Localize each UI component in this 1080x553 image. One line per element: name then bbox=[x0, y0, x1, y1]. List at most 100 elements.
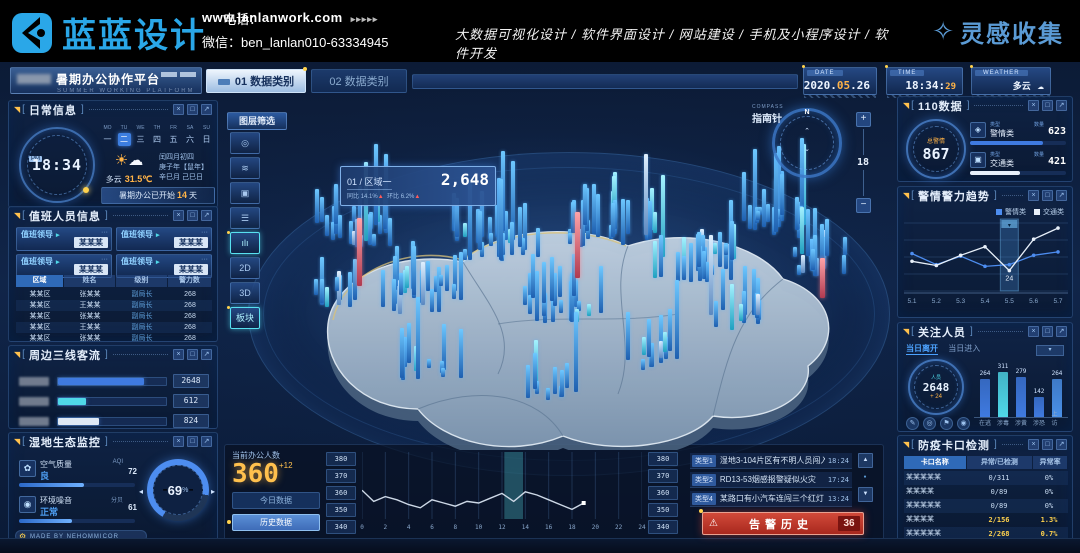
window-icon[interactable]: □ bbox=[1042, 326, 1053, 337]
site-header: 蓝蓝设计 www.lanlanwork.com▸▸▸▸▸ 微信：ben_lanl… bbox=[0, 0, 1080, 62]
expand-icon[interactable]: ↗ bbox=[201, 104, 212, 115]
table-row: 某某区王某某副局长268 bbox=[16, 300, 212, 311]
x-tick: 2 bbox=[384, 524, 388, 531]
title-decor bbox=[161, 72, 196, 77]
panel-title: 110数据 bbox=[918, 98, 963, 114]
zoom-in-button[interactable]: + bbox=[856, 112, 871, 127]
col-header: 异常/已检测 bbox=[967, 456, 1033, 469]
type-bar bbox=[970, 171, 1066, 175]
gauge-right-arrow[interactable]: ▸ bbox=[211, 487, 215, 496]
duty-role: 值班领导▸ bbox=[121, 229, 160, 240]
alert-row[interactable]: 类型2RD13-53烟感报警疑似火灾17:24 bbox=[690, 472, 852, 488]
topbar-spacer bbox=[412, 74, 798, 89]
tab-data-category-2[interactable]: 02 数据类别 bbox=[311, 69, 407, 93]
layer-button-monitor[interactable]: ▣ bbox=[230, 182, 260, 204]
svg-text:5.5: 5.5 bbox=[1005, 298, 1014, 305]
alert-row[interactable]: 类型1湿地3-104片区有不明人员闯入18:24 bbox=[690, 453, 852, 469]
target-icon[interactable]: ◎ bbox=[923, 417, 936, 430]
layer-button-list[interactable]: ☰ bbox=[230, 207, 260, 229]
weather-block: ☀☁ 多云31.5℃ bbox=[103, 151, 155, 187]
window-icon[interactable]: □ bbox=[1042, 439, 1053, 450]
panel-checkpoint: ◥[防疫卡口检测]×□↗ 卡口名称异常/已检测异常率 某某某某某0/3110%某… bbox=[897, 435, 1073, 548]
alert-tag: 类型4 bbox=[692, 493, 716, 505]
tab-left-today[interactable]: 当日离开 bbox=[906, 344, 938, 355]
duty-leader-card[interactable]: 值班领导▸···某某某 bbox=[116, 227, 212, 251]
close-icon[interactable]: × bbox=[173, 104, 184, 115]
week-day: SU日 bbox=[200, 125, 213, 146]
expand-icon[interactable]: ↗ bbox=[201, 349, 212, 360]
window-icon[interactable]: □ bbox=[187, 210, 198, 221]
checkpoint-name: 某某某某 bbox=[904, 485, 966, 499]
checkpoint-row: 某某某某某0/890% bbox=[904, 499, 1068, 513]
eco-gauge: - 69% - bbox=[147, 459, 209, 521]
more-icon[interactable]: ··· bbox=[201, 256, 208, 263]
gauge-left-arrow[interactable]: ◂ bbox=[139, 487, 143, 496]
y-tick: 380 bbox=[648, 452, 678, 466]
expand-icon[interactable]: ↗ bbox=[1056, 100, 1067, 111]
close-icon[interactable]: × bbox=[173, 210, 184, 221]
weather-widget: WEATHER 多云 ☁ bbox=[971, 67, 1051, 95]
more-icon[interactable]: ··· bbox=[101, 256, 108, 263]
focus-bar-value: 142 bbox=[1034, 388, 1045, 395]
alert-row[interactable]: 类型4某路口有小汽车连闯三个红灯13:24 bbox=[690, 491, 852, 507]
alert-tag: 类型1 bbox=[692, 455, 716, 467]
logo[interactable]: 蓝蓝设计 bbox=[10, 8, 206, 57]
scroll-thumb[interactable]: ● bbox=[859, 471, 872, 484]
layer-button-view-3d[interactable]: 3D bbox=[230, 282, 260, 304]
flag-icon[interactable]: ⚑ bbox=[940, 417, 953, 430]
scroll-down-icon[interactable]: ▼ bbox=[858, 487, 873, 502]
edit-icon[interactable]: ✎ bbox=[906, 417, 919, 430]
view-icon[interactable]: ◉ bbox=[957, 417, 970, 430]
close-icon[interactable]: × bbox=[1028, 100, 1039, 111]
panel-110-data: ◥[110数据]×□↗ 总警情867 ◈类型警情类数量623▣类型交通类数量42… bbox=[897, 96, 1073, 182]
inspiration-collect[interactable]: ✧ 灵感收集 bbox=[932, 14, 1064, 49]
layer-button-sector[interactable]: 板块 bbox=[230, 307, 260, 329]
history-data-button[interactable]: 历史数据 bbox=[232, 514, 320, 531]
more-icon[interactable]: ··· bbox=[101, 229, 108, 236]
metric-slider[interactable] bbox=[19, 519, 135, 523]
col-header: 警力数 bbox=[168, 275, 211, 287]
alert-text: 湿地3-104片区有不明人员闯入 bbox=[720, 455, 825, 466]
metric-slider[interactable] bbox=[19, 483, 135, 487]
bar-value: 2648 bbox=[173, 374, 209, 388]
window-icon[interactable]: □ bbox=[1042, 190, 1053, 201]
count-value: 421 bbox=[1048, 156, 1066, 167]
panel-title: 防疫卡口检测 bbox=[918, 437, 990, 453]
scroll-up-icon[interactable]: ▲ bbox=[858, 453, 873, 468]
focus-bar bbox=[998, 372, 1008, 417]
tab-data-category-1[interactable]: 01 数据类别 bbox=[206, 69, 306, 93]
close-icon[interactable]: × bbox=[173, 349, 184, 360]
duty-leader-card[interactable]: 值班领导▸···某某某 bbox=[16, 227, 112, 251]
layer-button-location-pin[interactable]: ◎ bbox=[230, 132, 260, 154]
more-icon[interactable]: ··· bbox=[201, 229, 208, 236]
tab-enter-today[interactable]: 当日进入 bbox=[948, 344, 980, 353]
close-icon[interactable]: × bbox=[1028, 190, 1039, 201]
window-icon[interactable]: □ bbox=[187, 349, 198, 360]
close-icon[interactable]: × bbox=[173, 436, 184, 447]
window-icon[interactable]: □ bbox=[187, 104, 198, 115]
close-icon[interactable]: × bbox=[1028, 439, 1039, 450]
x-tick: 8 bbox=[454, 524, 458, 531]
layer-button-bar-chart[interactable]: ılı bbox=[230, 232, 260, 254]
window-icon[interactable]: □ bbox=[1042, 100, 1053, 111]
expand-icon[interactable]: ↗ bbox=[201, 210, 212, 221]
focus-bar bbox=[1016, 377, 1026, 417]
alert-history-banner[interactable]: ⚠ 告警历史 36 bbox=[702, 512, 864, 535]
expand-icon[interactable]: ↗ bbox=[1056, 326, 1067, 337]
zoom-out-button[interactable]: − bbox=[856, 198, 871, 213]
eco-metric: ✿空气质量AQI72良 bbox=[19, 459, 137, 489]
svg-text:5.1: 5.1 bbox=[907, 298, 916, 305]
svg-text:5.7: 5.7 bbox=[1053, 298, 1062, 305]
expand-icon[interactable]: ↗ bbox=[1056, 439, 1067, 450]
today-data-button[interactable]: 今日数据 bbox=[232, 492, 320, 509]
window-icon[interactable]: □ bbox=[187, 436, 198, 447]
expand-icon[interactable]: ↗ bbox=[201, 436, 212, 447]
layer-button-signal[interactable]: ≋ bbox=[230, 157, 260, 179]
close-icon[interactable]: × bbox=[1028, 326, 1039, 337]
trend-dropdown[interactable]: ▾ bbox=[1036, 345, 1064, 356]
table-row: 某某区张某某副局长268 bbox=[16, 311, 212, 322]
expand-icon[interactable]: ↗ bbox=[1056, 190, 1067, 201]
eco-metric: ◉环境噪音分贝61正常 bbox=[19, 495, 137, 525]
focus-tabs: 当日离开 当日进入 bbox=[906, 343, 980, 354]
layer-button-view-2d[interactable]: 2D bbox=[230, 257, 260, 279]
